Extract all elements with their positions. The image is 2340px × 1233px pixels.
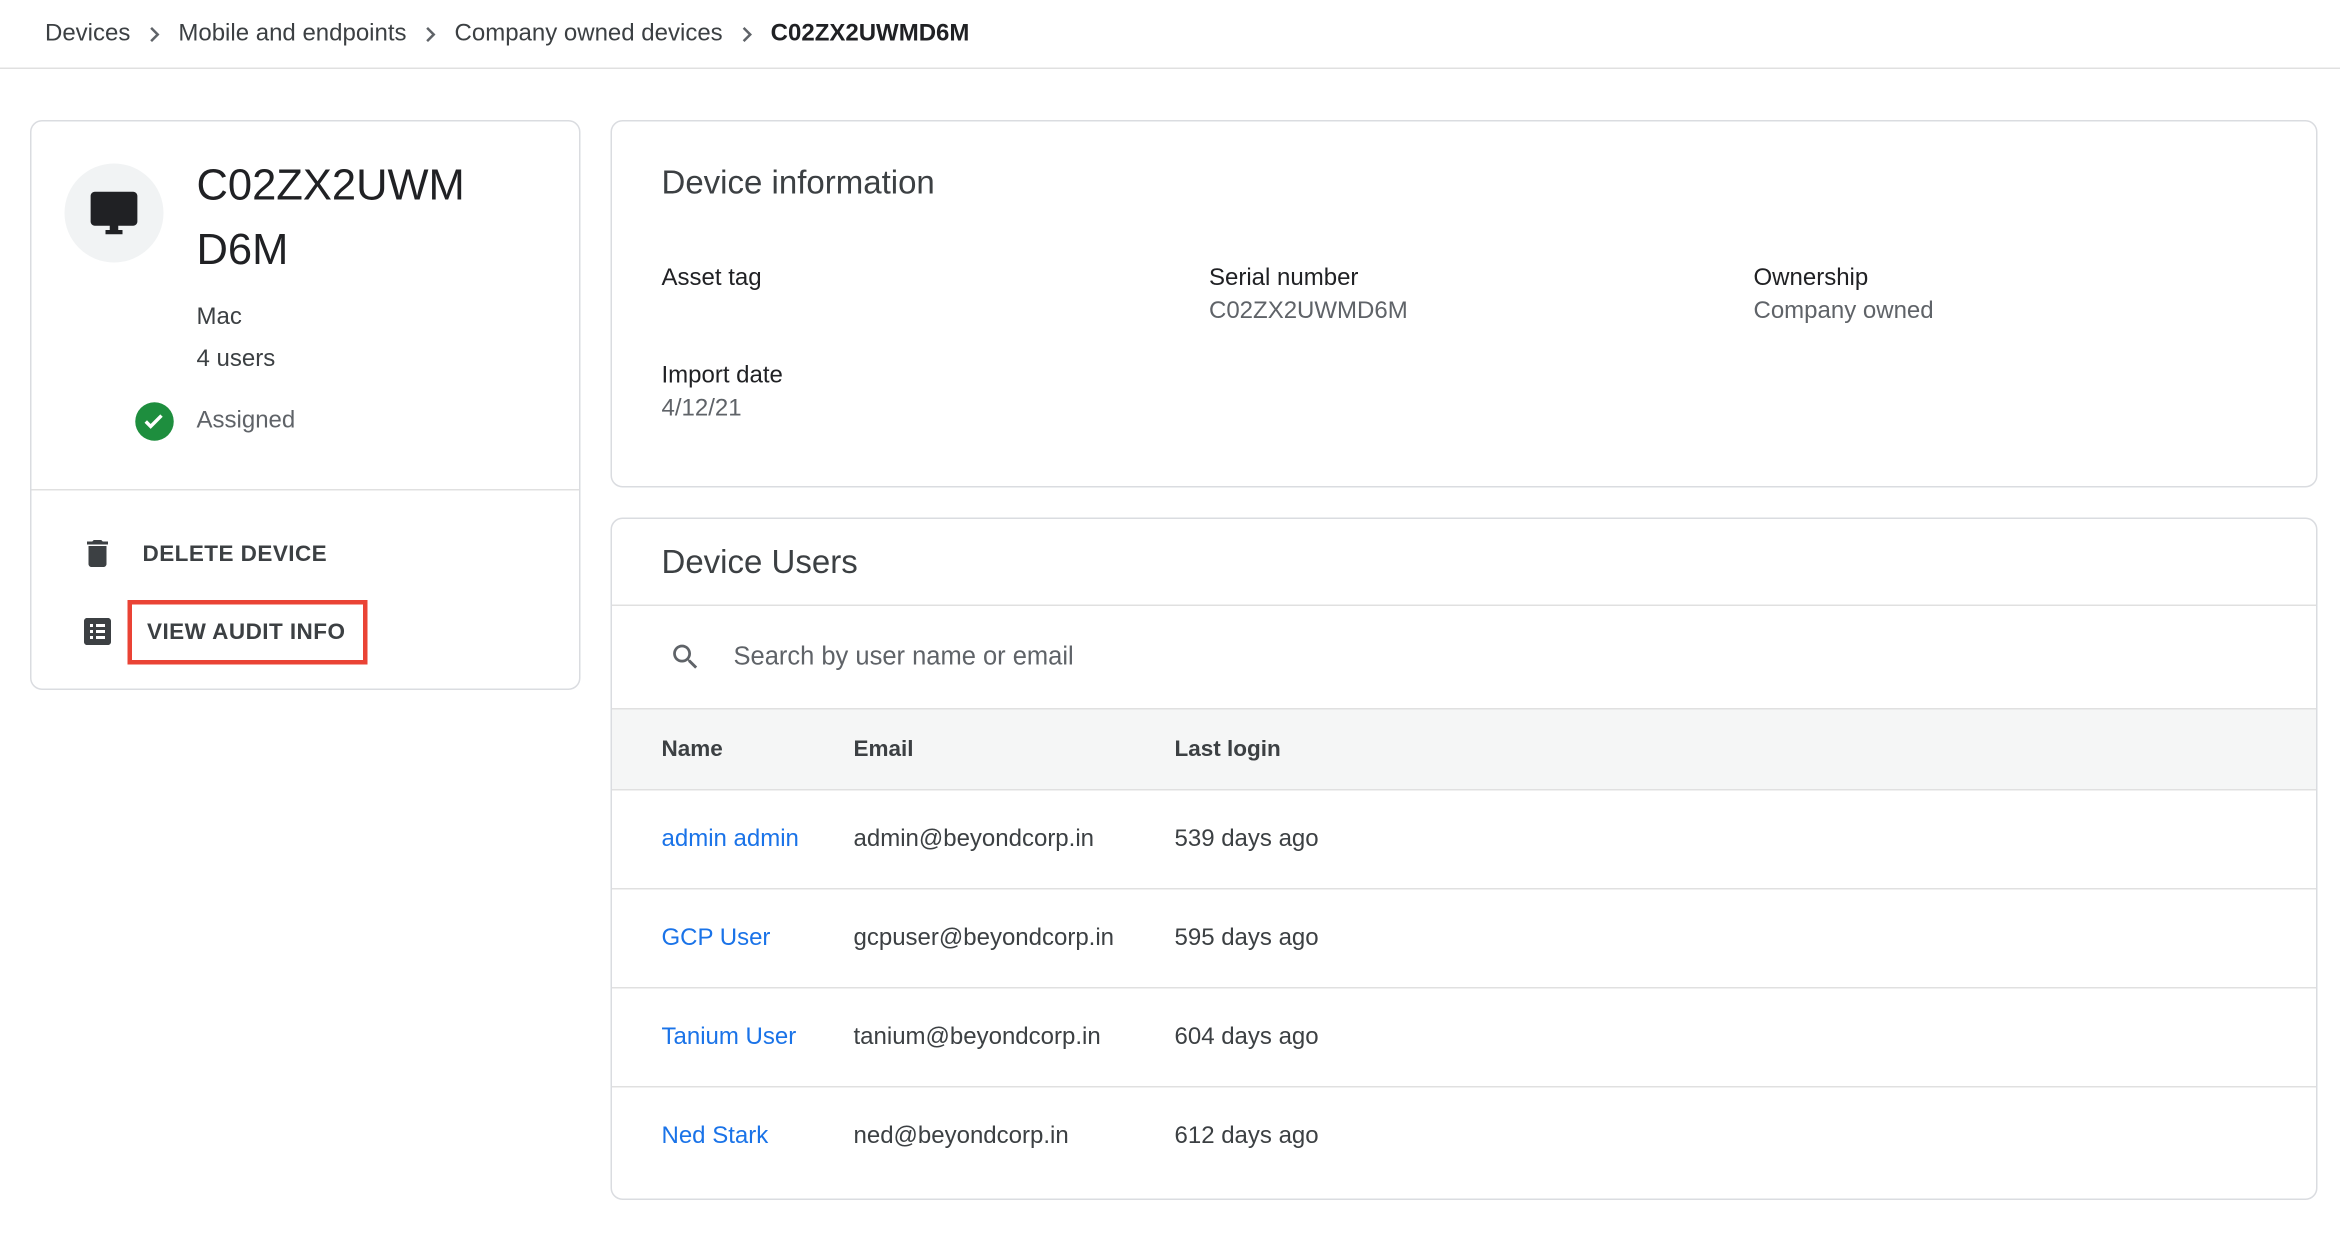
device-status: Assigned [134, 401, 296, 443]
breadcrumb-item-company-owned[interactable]: Company owned devices [455, 20, 723, 47]
field-label: Import date [662, 363, 1210, 390]
user-email: gcpuser@beyondcorp.in [854, 925, 1175, 952]
device-users-title: Device Users [662, 542, 858, 581]
field-label: Asset tag [662, 266, 1210, 293]
device-information-card: Device information Asset tag Serial numb… [611, 120, 2318, 488]
view-audit-info-label-annotation-highlight: VIEW AUDIT INFO [128, 599, 368, 664]
field-label: Serial number [1209, 266, 1754, 293]
users-table-header: Name Email Last login [612, 708, 2316, 791]
device-user-count: 4 users [197, 347, 276, 374]
table-row: GCP User gcpuser@beyondcorp.in 595 days … [612, 890, 2316, 989]
user-last-login: 595 days ago [1175, 925, 2317, 952]
table-row: admin admin admin@beyondcorp.in 539 days… [612, 791, 2316, 890]
device-platform: Mac [197, 305, 242, 332]
search-icon [669, 641, 702, 674]
chevron-right-icon [732, 19, 762, 49]
device-information-title: Device information [662, 164, 935, 203]
field-asset-tag: Asset tag [662, 266, 1210, 329]
delete-device-label: DELETE DEVICE [143, 541, 328, 567]
field-value: 4/12/21 [662, 396, 1210, 426]
trash-icon [80, 536, 116, 572]
column-header-email: Email [854, 737, 1175, 763]
field-serial-number: Serial number C02ZX2UWMD6M [1209, 266, 1754, 329]
divider [32, 489, 580, 491]
user-name-link[interactable]: Ned Stark [662, 1124, 769, 1150]
delete-device-button[interactable]: DELETE DEVICE [32, 515, 580, 593]
status-badge: Assigned [197, 408, 296, 435]
field-value: Company owned [1754, 299, 2267, 329]
user-name-link[interactable]: Tanium User [662, 1024, 797, 1050]
breadcrumb-item-devices[interactable]: Devices [45, 20, 130, 47]
user-search-input[interactable] [734, 642, 2317, 672]
user-email: ned@beyondcorp.in [854, 1124, 1175, 1151]
device-users-card: Device Users Name Email Last login admin… [611, 518, 2318, 1201]
user-email: tanium@beyondcorp.in [854, 1024, 1175, 1051]
column-header-last-login: Last login [1175, 737, 2317, 763]
user-name-link[interactable]: GCP User [662, 925, 771, 951]
check-circle-icon [134, 401, 176, 443]
device-users-header: Device Users [612, 519, 2316, 606]
table-row: Tanium User tanium@beyondcorp.in 604 day… [612, 989, 2316, 1088]
page: Devices Mobile and endpoints Company own… [0, 0, 2340, 1233]
user-last-login: 612 days ago [1175, 1124, 2317, 1151]
desktop-monitor-icon [89, 188, 140, 239]
view-audit-info-button[interactable]: VIEW AUDIT INFO [32, 593, 580, 671]
device-name: C02ZX2UWMD6M [197, 155, 482, 284]
user-name-link[interactable]: admin admin [662, 826, 799, 852]
field-import-date: Import date 4/12/21 [662, 363, 1210, 426]
user-last-login: 539 days ago [1175, 826, 2317, 853]
user-email: admin@beyondcorp.in [854, 826, 1175, 853]
column-header-name: Name [662, 737, 854, 763]
breadcrumb: Devices Mobile and endpoints Company own… [0, 0, 2340, 69]
chevron-right-icon [416, 19, 446, 49]
user-last-login: 604 days ago [1175, 1024, 2317, 1051]
field-value: C02ZX2UWMD6M [1209, 299, 1754, 329]
field-value [662, 299, 1210, 329]
breadcrumb-current-device: C02ZX2UWMD6M [771, 20, 970, 47]
chevron-right-icon [139, 19, 169, 49]
user-search-row [612, 606, 2316, 708]
device-information-fields: Asset tag Serial number C02ZX2UWMD6M Own… [612, 266, 2316, 427]
field-label: Ownership [1754, 266, 2267, 293]
breadcrumb-item-mobile-endpoints[interactable]: Mobile and endpoints [178, 20, 406, 47]
device-summary-card: C02ZX2UWMD6M Mac 4 users Assigned DELETE… [30, 120, 581, 690]
table-row: Ned Stark ned@beyondcorp.in 612 days ago [612, 1088, 2316, 1187]
device-avatar [65, 164, 164, 263]
field-ownership: Ownership Company owned [1754, 266, 2267, 329]
list-icon [80, 614, 116, 650]
